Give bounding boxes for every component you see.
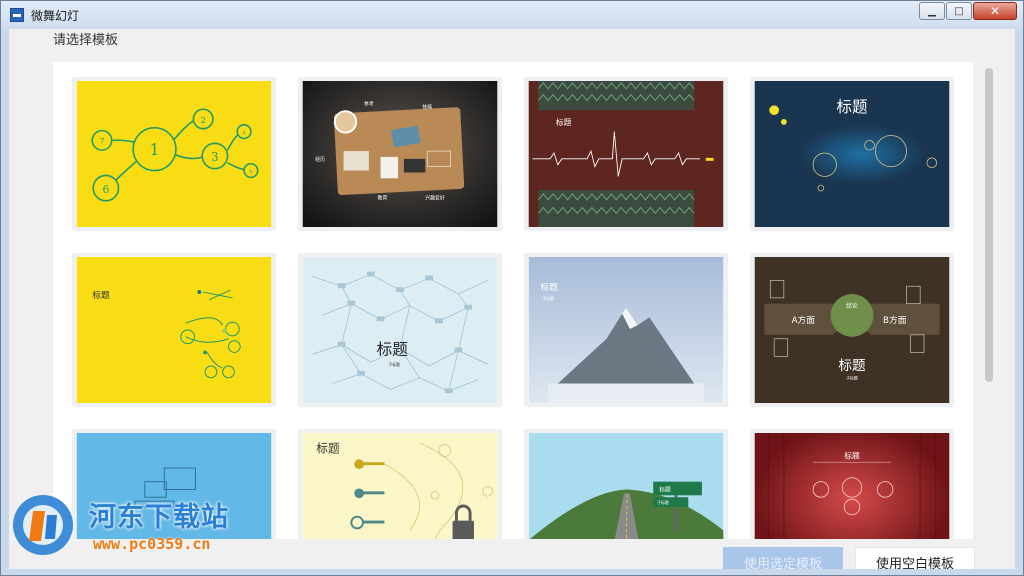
use-blank-template-button[interactable]: 使用空白模板 bbox=[855, 547, 975, 569]
slide-label: 参考 bbox=[364, 100, 374, 107]
slide-subtitle: 子标题 bbox=[388, 362, 400, 367]
slide-label: 兴趣爱好 bbox=[425, 195, 445, 202]
template-preview: 标题 bbox=[76, 257, 272, 403]
watermark-url: www.pc0359.cn bbox=[93, 535, 211, 553]
number-label: 6 bbox=[102, 183, 109, 196]
template-preview: 结论 A方面 B方面 标题 子标题 bbox=[754, 257, 950, 403]
template-preview: 1 2 3 7 6 4 5 bbox=[76, 81, 272, 227]
template-card-12[interactable]: 标题 bbox=[751, 430, 953, 548]
slide-title: 标题 bbox=[540, 281, 558, 293]
prompt-label: 请选择模板 bbox=[53, 33, 119, 48]
app-window: 微舞幻灯 ▁ □ ✕ 请选择模板 1 2 3 7 6 4 5 参考 技能 经历 … bbox=[0, 0, 1024, 576]
slide-title: 标题 bbox=[92, 289, 110, 301]
number-label: 4 bbox=[243, 131, 246, 137]
center-label: 结论 bbox=[846, 302, 858, 310]
window-controls: ▁ □ ✕ bbox=[919, 2, 1017, 20]
road-sign-title: 标题 bbox=[659, 485, 671, 493]
template-card-7[interactable]: 标题 子标题 bbox=[525, 254, 727, 406]
template-card-3[interactable]: 标题 bbox=[525, 78, 727, 230]
template-gallery: 1 2 3 7 6 4 5 参考 技能 经历 教育 兴趣爱好 标题 标题 标题 … bbox=[53, 62, 973, 548]
template-preview: 标题 bbox=[754, 433, 950, 548]
template-preview: 标题 子标题 bbox=[528, 433, 724, 548]
watermark-site-name: 河东下载站 bbox=[89, 502, 229, 533]
template-card-6[interactable]: 标题 子标题 bbox=[299, 254, 501, 406]
title-bar[interactable]: 微舞幻灯 ▁ □ ✕ bbox=[1, 1, 1023, 29]
template-preview: 标题 bbox=[302, 433, 498, 548]
slide-label: 经历 bbox=[315, 156, 325, 163]
template-preview: 标题 子标题 bbox=[528, 257, 724, 403]
template-card-5[interactable]: 标题 bbox=[73, 254, 275, 406]
template-preview: 标题 子标题 bbox=[302, 257, 498, 403]
slide-label: 技能 bbox=[422, 103, 432, 110]
template-card-1[interactable]: 1 2 3 7 6 4 5 bbox=[73, 78, 275, 230]
template-card-11[interactable]: 标题 子标题 bbox=[525, 430, 727, 548]
template-card-8[interactable]: 结论 A方面 B方面 标题 子标题 bbox=[751, 254, 953, 406]
minimize-icon: ▁ bbox=[928, 5, 936, 17]
maximize-icon: □ bbox=[954, 5, 964, 17]
watermark-logo-icon bbox=[13, 495, 73, 555]
right-label: B方面 bbox=[883, 314, 907, 326]
slide-subtitle: 子标题 bbox=[846, 376, 858, 381]
slide-title: 标题 bbox=[838, 358, 866, 374]
site-watermark: 河东下载站 www.pc0359.cn bbox=[7, 487, 257, 567]
close-button[interactable]: ✕ bbox=[973, 2, 1017, 20]
app-icon bbox=[10, 8, 24, 22]
slide-title: 标题 bbox=[556, 117, 572, 127]
slide-subtitle: 子标题 bbox=[542, 296, 554, 301]
number-label: 2 bbox=[200, 116, 206, 126]
number-label: 1 bbox=[150, 141, 160, 159]
road-sign-subtitle: 子标题 bbox=[657, 500, 669, 505]
template-preview: 标题 bbox=[528, 81, 724, 227]
slide-title: 标题 bbox=[844, 450, 860, 460]
number-label: 5 bbox=[249, 169, 252, 175]
window-title: 微舞幻灯 bbox=[31, 9, 80, 23]
vertical-scrollbar[interactable] bbox=[983, 62, 995, 548]
slide-title: 标题 bbox=[316, 441, 340, 455]
template-preview: 参考 技能 经历 教育 兴趣爱好 bbox=[302, 81, 498, 227]
minimize-button[interactable]: ▁ bbox=[919, 2, 945, 20]
template-card-4[interactable]: 标题 bbox=[751, 78, 953, 230]
maximize-button[interactable]: □ bbox=[946, 2, 972, 20]
slide-title: 标题 bbox=[836, 98, 867, 116]
slide-title: 标题 bbox=[377, 340, 408, 358]
number-label: 3 bbox=[211, 150, 218, 164]
left-label: A方面 bbox=[792, 314, 816, 326]
close-icon: ✕ bbox=[989, 4, 1001, 18]
template-preview: 标题 bbox=[754, 81, 950, 227]
slide-label: 教育 bbox=[378, 195, 388, 202]
scrollbar-thumb[interactable] bbox=[985, 68, 993, 382]
use-selected-template-button[interactable]: 使用选定模板 bbox=[723, 547, 843, 569]
number-label: 7 bbox=[99, 136, 104, 145]
template-card-10[interactable]: 标题 bbox=[299, 430, 501, 548]
template-card-2[interactable]: 参考 技能 经历 教育 兴趣爱好 bbox=[299, 78, 501, 230]
